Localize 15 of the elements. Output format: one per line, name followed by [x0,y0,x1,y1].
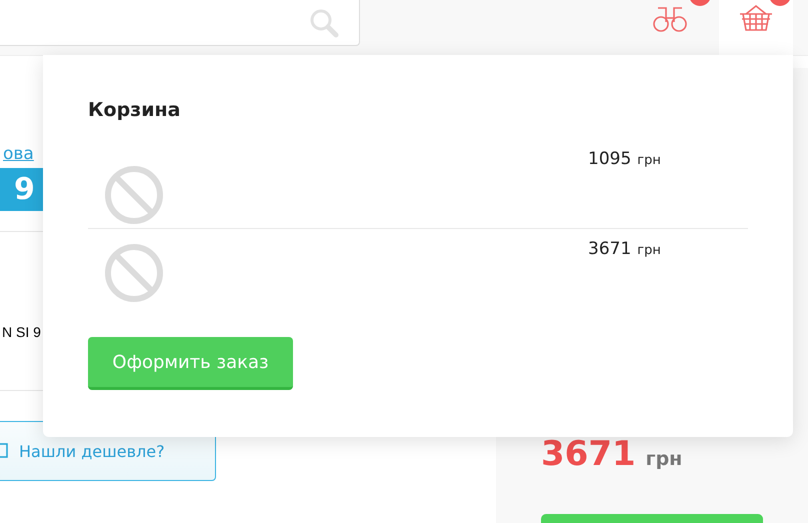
item-price: 3671 [588,239,632,259]
cart-title: Корзина [88,99,182,121]
category-link[interactable]: ова [3,144,34,164]
price: 3671 [541,434,636,474]
search-field[interactable] [0,0,360,46]
checkout-button[interactable]: Оформить заказ [88,337,293,390]
item-price: 1095 [588,149,632,169]
no-image-icon [104,165,164,225]
currency: грн [637,243,661,258]
basket-icon[interactable] [738,4,774,32]
currency: грн [637,153,661,168]
search-icon[interactable] [309,8,339,38]
product-name: N SI 9 [2,324,41,340]
no-image-icon [104,243,164,303]
currency: грн [646,448,682,470]
